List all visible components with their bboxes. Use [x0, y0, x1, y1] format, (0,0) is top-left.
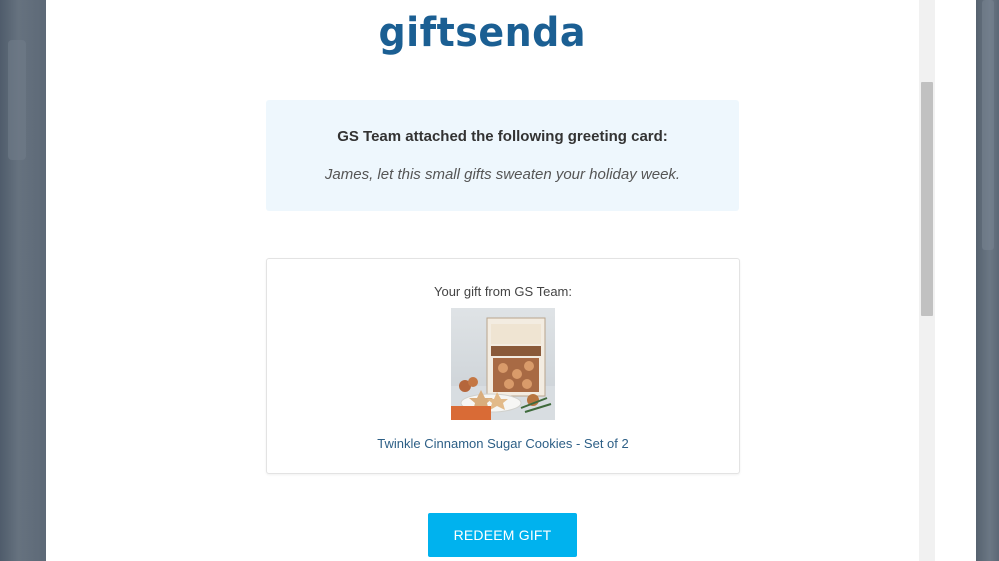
- gift-email-modal: giftsenda GS Team attached the following…: [46, 0, 919, 561]
- background-page-left: [0, 0, 46, 561]
- product-image[interactable]: [451, 308, 555, 420]
- background-page-right: [976, 0, 999, 561]
- modal-gutter: [935, 0, 976, 561]
- logo-text: giftsenda: [378, 10, 587, 56]
- redeem-gift-button[interactable]: REDEEM GIFT: [428, 513, 577, 557]
- background-blur-strip-right: [982, 0, 994, 250]
- scrollbar-thumb[interactable]: [921, 82, 933, 316]
- giftsenda-logo: giftsenda: [46, 10, 919, 56]
- greeting-card-box: GS Team attached the following greeting …: [266, 100, 739, 211]
- product-name-link[interactable]: Twinkle Cinnamon Sugar Cookies - Set of …: [267, 436, 739, 451]
- gift-heading: Your gift from GS Team:: [433, 284, 572, 299]
- greeting-card-title: GS Team attached the following greeting …: [337, 128, 668, 145]
- greeting-card-message: James, let this small gifts sweaten your…: [324, 166, 681, 183]
- background-blur-strip: [8, 40, 26, 160]
- gift-card: Your gift from GS Team: Twinkle Cinnamon…: [266, 258, 740, 474]
- cookie-box-photo: [451, 308, 555, 420]
